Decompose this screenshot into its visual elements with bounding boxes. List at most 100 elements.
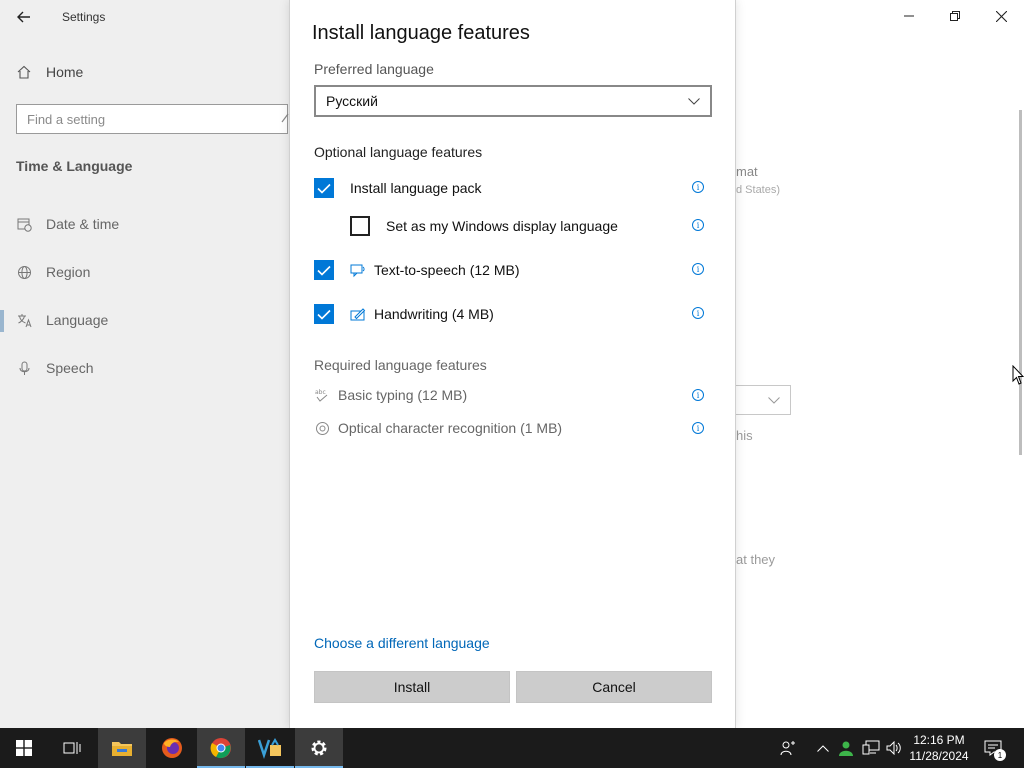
info-icon[interactable]: i — [692, 389, 704, 401]
app-icon — [258, 738, 281, 759]
text-to-speech-checkbox[interactable] — [314, 260, 334, 280]
clock-time: 12:16 PM — [913, 733, 965, 747]
chevron-down-icon — [768, 396, 780, 404]
calendar-clock-icon — [16, 216, 32, 232]
nav-item-language[interactable]: Language — [16, 312, 108, 328]
file-explorer-button[interactable] — [98, 728, 146, 768]
search-input[interactable] — [17, 105, 287, 133]
dialog-title: Install language features — [312, 22, 530, 44]
scrollbar[interactable] — [1019, 110, 1022, 455]
cancel-button[interactable]: Cancel — [516, 671, 712, 703]
search-box[interactable] — [16, 104, 288, 134]
svg-text:abc: abc — [315, 389, 326, 396]
language-icon — [16, 312, 32, 328]
optional-features-label: Optional language features — [314, 144, 483, 160]
nav-item-region[interactable]: Region — [16, 264, 90, 280]
feature-display-language: Set as my Windows display language — [350, 216, 618, 236]
required-feature-label: Basic typing (12 MB) — [338, 387, 468, 403]
info-icon[interactable]: i — [692, 307, 704, 319]
feature-label: Install language pack — [350, 180, 482, 196]
people-icon — [780, 741, 795, 756]
close-button[interactable] — [978, 0, 1024, 32]
show-hidden-icons-button[interactable] — [814, 728, 832, 768]
minimize-icon — [904, 15, 914, 17]
nav-item-label: Language — [46, 312, 109, 328]
nav-item-label: Date & time — [46, 216, 120, 232]
restore-icon — [950, 11, 960, 21]
feature-text-to-speech: Text-to-speech (12 MB) — [314, 260, 520, 280]
windows-logo-icon — [16, 740, 32, 756]
people-button[interactable] — [776, 728, 800, 768]
chevron-down-icon — [688, 97, 700, 105]
chevron-up-icon — [817, 744, 829, 752]
region-text-fragment: d States) — [736, 184, 781, 196]
chrome-button[interactable] — [197, 728, 245, 768]
firefox-button[interactable] — [148, 728, 196, 768]
speech-icon — [350, 262, 366, 278]
start-button[interactable] — [0, 728, 48, 768]
nav-item-label: Region — [46, 264, 91, 280]
settings-taskbar-button[interactable] — [295, 728, 343, 768]
checkmark-icon — [317, 309, 331, 320]
required-feature-label: Optical character recognition (1 MB) — [338, 420, 563, 436]
home-icon — [16, 64, 32, 80]
section-title: Time & Language — [16, 158, 133, 174]
taskbar: 12:16 PM 11/28/2024 — [0, 728, 1024, 768]
user-tray-button[interactable] — [836, 728, 856, 768]
task-view-icon — [63, 742, 81, 754]
notifications-button[interactable] — [980, 728, 1006, 768]
microphone-icon — [16, 360, 32, 376]
nav-item-date-time[interactable]: Date & time — [16, 216, 119, 232]
clock[interactable]: 12:16 PM 11/28/2024 — [900, 732, 978, 764]
nav-home[interactable]: Home — [16, 64, 83, 80]
app-title: Settings — [62, 10, 106, 24]
back-arrow-icon — [17, 11, 30, 23]
required-features-label: Required language features — [314, 357, 487, 373]
clock-date: 11/28/2024 — [909, 749, 969, 763]
app-button[interactable] — [246, 728, 294, 768]
info-icon[interactable]: i — [692, 263, 704, 275]
info-icon[interactable]: i — [692, 181, 704, 193]
choose-different-language-link[interactable]: Choose a different language — [314, 635, 490, 651]
mouse-cursor-icon — [1012, 364, 1024, 390]
restore-button[interactable] — [932, 0, 978, 32]
nav-item-speech[interactable]: Speech — [16, 360, 93, 376]
notification-count-badge: 1 — [994, 749, 1006, 761]
checkmark-icon — [317, 183, 331, 194]
minimize-button[interactable] — [886, 0, 932, 32]
feature-label: Handwriting (4 MB) — [374, 306, 494, 322]
task-view-button[interactable] — [48, 728, 96, 768]
feature-handwriting: Handwriting (4 MB) — [314, 304, 494, 324]
feature-label: Text-to-speech (12 MB) — [374, 262, 520, 278]
display-language-checkbox[interactable] — [350, 216, 370, 236]
folder-icon — [112, 742, 132, 756]
gear-icon — [311, 740, 327, 756]
preferred-language-label: Preferred language — [314, 61, 434, 77]
typing-icon: abc — [314, 387, 330, 403]
feature-install-language-pack: Install language pack — [314, 178, 482, 198]
required-feature-basic-typing: abc Basic typing (12 MB) — [314, 387, 467, 403]
network-icon — [862, 740, 880, 755]
install-button[interactable]: Install — [314, 671, 510, 703]
network-button[interactable] — [860, 728, 882, 768]
required-feature-ocr: Optical character recognition (1 MB) — [314, 420, 562, 436]
ocr-icon — [314, 420, 330, 436]
handwriting-icon — [350, 306, 366, 322]
chrome-icon — [210, 738, 231, 759]
this-text-fragment: his — [736, 428, 753, 443]
preferred-language-value: Русский — [326, 93, 378, 109]
close-icon — [995, 10, 1007, 22]
back-button[interactable] — [12, 6, 36, 28]
nav-item-label: Speech — [46, 360, 94, 376]
globe-icon — [16, 264, 32, 280]
install-language-pack-checkbox[interactable] — [314, 178, 334, 198]
user-icon — [839, 741, 853, 756]
handwriting-checkbox[interactable] — [314, 304, 334, 324]
install-language-dialog: Install language features Preferred lang… — [289, 0, 736, 728]
they-text-fragment: at they — [736, 552, 776, 567]
info-icon[interactable]: i — [692, 219, 704, 231]
info-icon[interactable]: i — [692, 422, 704, 434]
background-dropdown[interactable] — [735, 385, 791, 415]
nav-selected-indicator — [0, 310, 4, 332]
preferred-language-dropdown[interactable]: Русский — [314, 85, 712, 117]
